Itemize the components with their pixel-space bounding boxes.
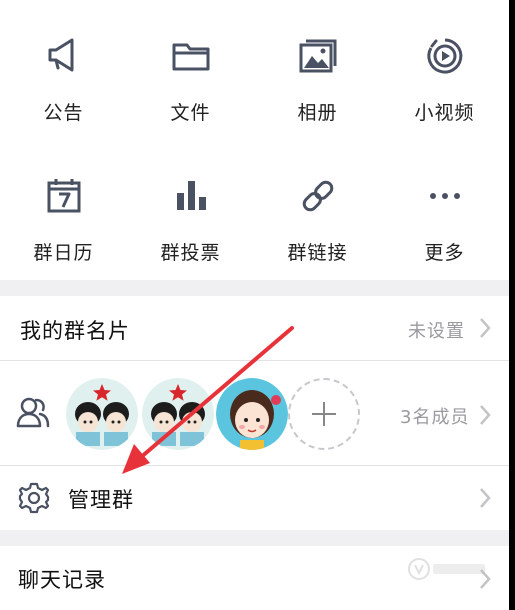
chevron-right-icon (478, 404, 492, 426)
grid-item-vote[interactable]: 群投票 (127, 140, 254, 280)
grid-item-files[interactable]: 文件 (127, 0, 254, 140)
function-grid: 公告 文件 相册 小视频 群日历 群投票 群链接 更多 (0, 0, 509, 280)
members-icon (16, 395, 50, 429)
grid-item-more[interactable]: 更多 (381, 140, 508, 280)
chevron-right-icon (478, 487, 492, 509)
group-settings-page: 公告 文件 相册 小视频 群日历 群投票 群链接 更多 我的群名片 未设置 3名… (0, 0, 515, 610)
my-group-card-label: 我的群名片 (20, 319, 130, 343)
member-avatar[interactable] (66, 378, 138, 450)
grid-item-label: 群日历 (33, 242, 94, 264)
my-group-card-row[interactable]: 我的群名片 未设置 (0, 296, 509, 360)
more-dots-icon (425, 176, 465, 216)
video-play-icon (425, 36, 465, 76)
grid-item-album[interactable]: 相册 (254, 0, 381, 140)
grid-item-calendar[interactable]: 群日历 (0, 140, 127, 280)
megaphone-icon (44, 36, 84, 76)
chevron-right-icon (478, 317, 492, 339)
grid-item-label: 相册 (297, 102, 338, 124)
grid-item-label: 公告 (43, 102, 84, 124)
manage-group-row[interactable]: 管理群 (0, 466, 509, 530)
plus-icon (312, 402, 336, 426)
gear-icon (17, 481, 51, 515)
grid-item-label: 更多 (424, 242, 465, 264)
watermark-logo (407, 556, 489, 582)
my-group-card-value: 未设置 (408, 321, 465, 342)
bar-chart-icon (171, 176, 211, 216)
members-count: 3名成员 (400, 407, 470, 428)
link-icon (298, 176, 338, 216)
manage-group-label: 管理群 (68, 488, 134, 512)
grid-item-label: 小视频 (414, 102, 475, 124)
add-member-button[interactable] (288, 378, 360, 450)
member-avatar[interactable] (216, 378, 288, 450)
calendar-icon (44, 176, 84, 216)
grid-item-announcement[interactable]: 公告 (0, 0, 127, 140)
grid-item-link[interactable]: 群链接 (254, 140, 381, 280)
chat-history-label: 聊天记录 (18, 568, 106, 592)
member-avatar[interactable] (142, 378, 214, 450)
grid-item-short-video[interactable]: 小视频 (381, 0, 508, 140)
grid-item-label: 文件 (170, 102, 211, 124)
grid-item-label: 群链接 (287, 242, 348, 264)
folder-icon (171, 36, 211, 76)
photo-album-icon (298, 36, 338, 76)
grid-item-label: 群投票 (160, 242, 221, 264)
